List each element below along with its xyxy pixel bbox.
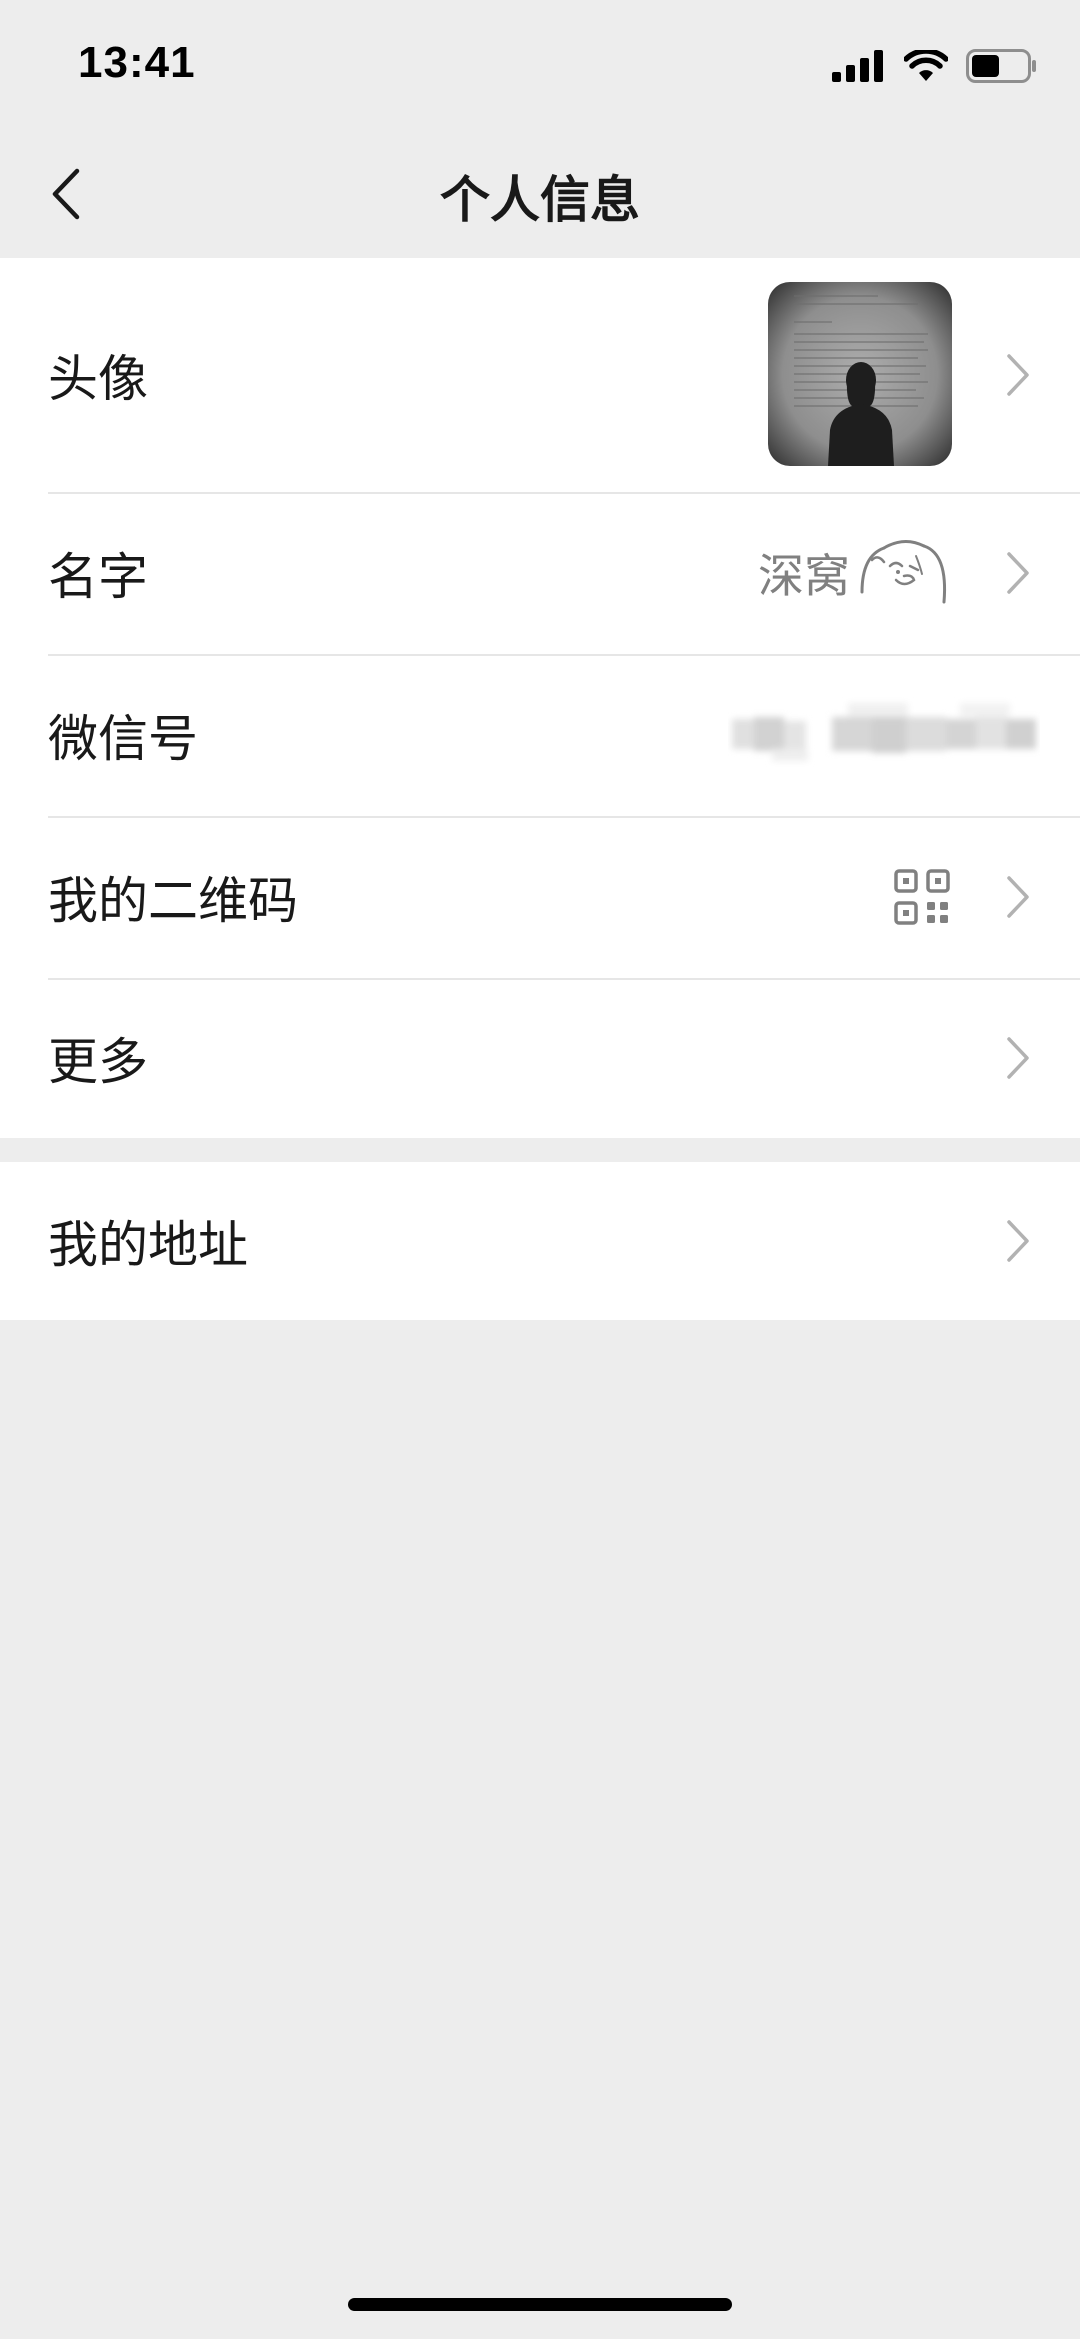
qr-code-icon <box>894 869 950 925</box>
qr-code-row[interactable]: 我的二维码 <box>0 816 1080 978</box>
wechat-id-row[interactable]: 微信号 <box>0 654 1080 816</box>
status-bar: 13:41 <box>0 0 1080 130</box>
more-row[interactable]: 更多 <box>0 978 1080 1138</box>
name-row-label: 名字 <box>48 548 148 606</box>
qr-code-row-label: 我的二维码 <box>48 872 298 930</box>
profile-settings-group: 头像 名字 深窝 微信号 我的二维码 更多 <box>0 258 1080 1138</box>
name-value: 深窝 <box>758 536 952 610</box>
chevron-right-icon <box>1007 1037 1029 1079</box>
wechat-id-value-blurred <box>732 703 1036 761</box>
face-doodle-icon <box>860 540 947 604</box>
chevron-right-icon <box>1007 354 1029 396</box>
address-row[interactable]: 我的地址 <box>0 1162 1080 1320</box>
avatar-row[interactable]: 头像 <box>0 258 1080 492</box>
chevron-right-icon <box>1007 1220 1029 1262</box>
chevron-right-icon <box>1007 876 1029 918</box>
status-icons <box>832 46 1038 86</box>
home-indicator[interactable] <box>348 2298 732 2311</box>
more-row-label: 更多 <box>48 1033 148 1091</box>
address-group: 我的地址 <box>0 1162 1080 1320</box>
nav-bar: 个人信息 <box>0 130 1080 258</box>
avatar-row-label: 头像 <box>48 350 148 408</box>
chevron-right-icon <box>1007 552 1029 594</box>
address-row-label: 我的地址 <box>48 1216 248 1274</box>
name-text: 深窝 <box>758 549 850 603</box>
wifi-icon <box>904 50 948 81</box>
status-time: 13:41 <box>78 38 196 87</box>
page-title: 个人信息 <box>440 171 640 229</box>
name-row[interactable]: 名字 深窝 <box>0 492 1080 654</box>
battery-icon <box>966 49 1036 83</box>
signal-icon <box>832 50 883 82</box>
avatar <box>768 282 952 466</box>
wechat-id-row-label: 微信号 <box>48 710 198 768</box>
